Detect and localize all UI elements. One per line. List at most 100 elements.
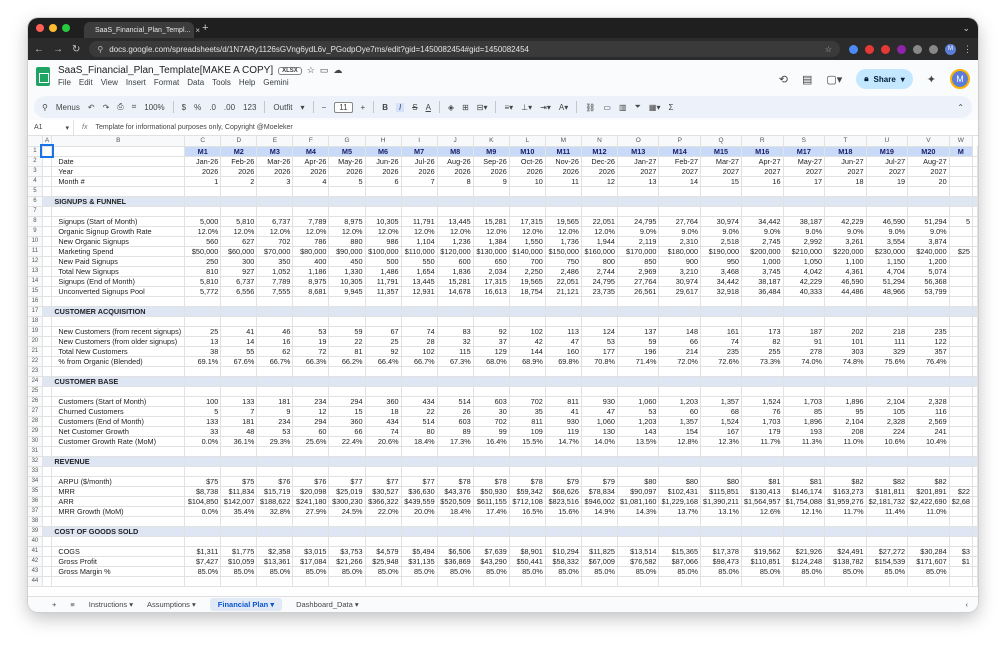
cell[interactable] (617, 386, 660, 397)
row-label[interactable]: Net Customer Growth (51, 426, 186, 437)
extension-icon[interactable] (865, 44, 874, 54)
cell[interactable] (972, 416, 978, 427)
cell[interactable] (473, 366, 510, 377)
history-icon[interactable]: ⟲ (779, 73, 788, 86)
cell[interactable] (658, 516, 702, 527)
cell[interactable]: 23,735 (581, 286, 618, 297)
cell[interactable] (972, 276, 978, 287)
cell[interactable] (972, 466, 978, 477)
cell[interactable] (617, 516, 660, 527)
row-header[interactable]: 20 (28, 336, 43, 347)
cell[interactable]: 160 (545, 346, 582, 357)
cell[interactable]: 13.1% (700, 506, 742, 517)
sheet-tab-instructions[interactable]: Instructions ▾ (89, 600, 133, 609)
cell[interactable]: 85.0% (401, 566, 438, 577)
cell[interactable] (866, 516, 909, 527)
cell[interactable] (401, 306, 438, 317)
cell[interactable]: $80 (700, 476, 742, 487)
cell[interactable] (617, 206, 660, 217)
cell[interactable] (741, 446, 784, 457)
cell[interactable]: $130,000 (473, 246, 510, 257)
cell[interactable]: 51,294 (907, 216, 950, 227)
cell[interactable] (907, 386, 950, 397)
cell[interactable] (42, 156, 53, 167)
cell[interactable]: $81 (741, 476, 784, 487)
cell[interactable]: M18 (824, 146, 867, 157)
cell[interactable]: 133 (184, 416, 222, 427)
cell[interactable]: 41 (545, 406, 582, 417)
cell[interactable] (437, 386, 474, 397)
cell[interactable]: 27,764 (658, 216, 702, 227)
borders-icon[interactable]: ⊞ (462, 103, 469, 112)
cell[interactable]: 2,744 (581, 266, 618, 277)
cell[interactable] (783, 536, 826, 547)
cell[interactable]: 850 (617, 256, 660, 267)
cell[interactable] (42, 456, 53, 467)
cell[interactable]: 1,100 (824, 256, 867, 267)
cell[interactable]: 74 (700, 336, 742, 347)
row-label[interactable]: Gross Margin % (51, 566, 186, 577)
cell[interactable]: 89 (437, 426, 474, 437)
row-header[interactable]: 25 (28, 386, 43, 397)
row-header[interactable]: 42 (28, 556, 43, 567)
cell-table[interactable]: ABCDEFGHIJKLMNOPQRSTUVW 1 M1 M2 M3 M4 M5 M6 M7 M… (28, 136, 978, 587)
cell[interactable]: $150,000 (545, 246, 582, 257)
cell[interactable] (545, 466, 582, 477)
cell[interactable]: 0.0% (184, 436, 222, 447)
cell[interactable] (866, 386, 909, 397)
cell[interactable] (658, 296, 702, 307)
cell[interactable]: 113 (545, 326, 582, 337)
all-sheets-button[interactable]: ≡ (70, 600, 74, 609)
paint-format-icon[interactable]: ⌗ (132, 102, 137, 112)
cell[interactable]: M6 (365, 146, 402, 157)
cell[interactable] (365, 296, 402, 307)
cell[interactable]: $124,248 (783, 556, 826, 567)
menu-insert[interactable]: Insert (126, 78, 146, 87)
cell[interactable]: 36.1% (220, 436, 258, 447)
cell[interactable]: $77 (365, 476, 402, 487)
cell[interactable]: 811 (509, 416, 546, 427)
cell[interactable] (365, 536, 402, 547)
cell[interactable] (220, 576, 258, 587)
cell[interactable]: 75.6% (866, 356, 909, 367)
cell[interactable]: 35.4% (220, 506, 258, 517)
cell[interactable]: 196 (617, 346, 660, 357)
user-avatar[interactable]: M (950, 69, 970, 89)
cell[interactable] (949, 476, 974, 487)
row-header[interactable]: 41 (28, 546, 43, 557)
cell[interactable]: 1,896 (783, 416, 826, 427)
cell[interactable] (42, 386, 53, 397)
cell[interactable]: 13 (184, 336, 222, 347)
cell[interactable]: $1,311 (184, 546, 222, 557)
cell[interactable]: 73.3% (741, 356, 784, 367)
font-size-decrease-button[interactable]: − (322, 103, 327, 112)
cell[interactable]: $115,851 (700, 486, 742, 497)
cell[interactable] (365, 196, 402, 207)
cell[interactable] (42, 286, 53, 297)
cell[interactable]: 85.0% (700, 566, 742, 577)
cell[interactable]: 35 (509, 406, 546, 417)
cell[interactable]: $712,108 (509, 496, 546, 507)
cell[interactable]: 74 (365, 426, 402, 437)
cell[interactable] (292, 316, 330, 327)
cell[interactable] (972, 536, 978, 547)
cell[interactable]: 603 (437, 416, 474, 427)
cell[interactable]: $146,174 (783, 486, 826, 497)
cell[interactable] (328, 516, 366, 527)
cell[interactable]: $154,539 (866, 556, 909, 567)
cell[interactable] (365, 366, 402, 377)
row-header[interactable]: 37 (28, 506, 43, 517)
cell[interactable]: 12.0% (473, 226, 510, 237)
cell[interactable]: 218 (866, 326, 909, 337)
column-header[interactable]: I (401, 136, 438, 147)
cell[interactable]: 1,703 (741, 416, 784, 427)
cell[interactable]: 161 (700, 326, 742, 337)
cell[interactable]: 66 (328, 426, 366, 437)
cell[interactable]: 72.6% (700, 356, 742, 367)
cell[interactable] (401, 376, 438, 387)
column-header[interactable]: F (292, 136, 330, 147)
cell[interactable] (473, 186, 510, 197)
bold-icon[interactable]: B (382, 103, 388, 112)
cell[interactable] (972, 456, 978, 467)
column-header[interactable]: Q (700, 136, 742, 147)
